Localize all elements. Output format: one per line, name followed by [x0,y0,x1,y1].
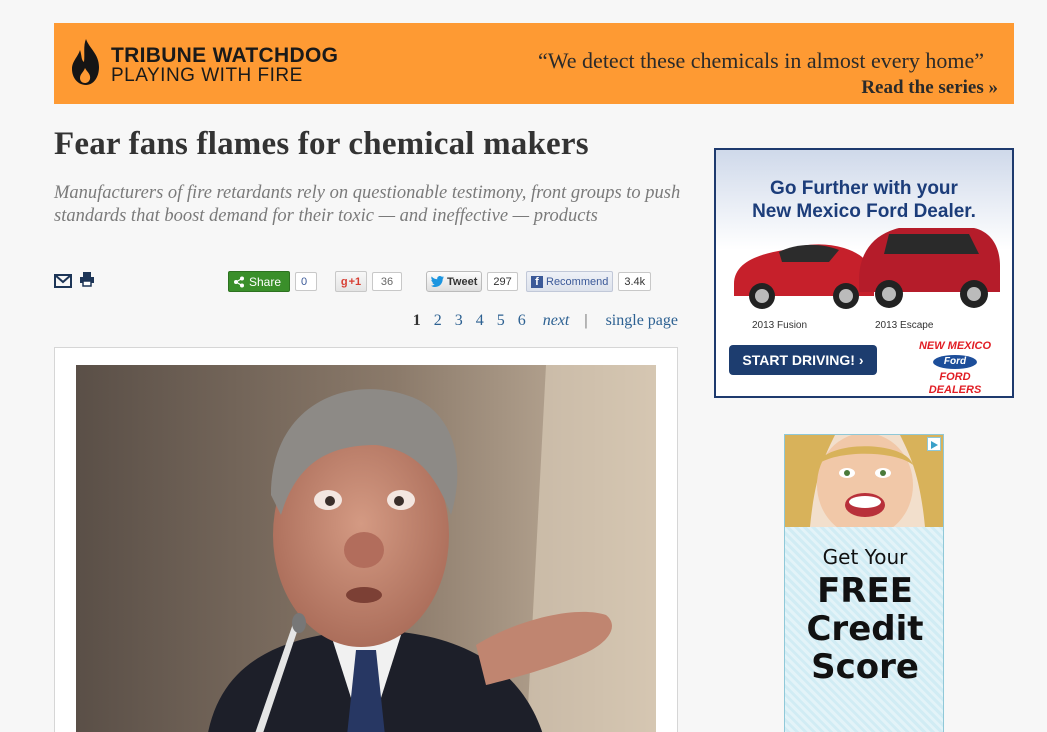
recommend-button[interactable]: f Recommend [526,271,614,292]
series-banner[interactable]: TRIBUNE WATCHDOG PLAYING WITH FIRE “We d… [54,23,1014,104]
ad-face-image [785,435,943,537]
twitter-bird-icon [431,276,444,287]
cars-image [734,228,1000,309]
envelope-icon[interactable] [54,273,72,289]
car-label-fusion: 2013 Fusion [752,320,808,331]
ad-credit-line3: Credit [806,609,924,649]
start-driving-label: START DRIVING! [742,352,855,368]
share-widget: Share 0 [228,271,318,292]
article-photo[interactable] [76,365,656,732]
ad-headline-line1: Go Further with your [770,178,958,199]
page-1-link[interactable]: 1 [413,312,421,329]
ford-oval-logo: Ford [933,355,977,369]
recommend-widget: f Recommend 3.4k [526,271,652,292]
single-page-link[interactable]: single page [606,312,678,329]
page-4-link[interactable]: 4 [476,312,484,329]
ad-credit-line1: Get Your [822,545,908,569]
flame-icon [72,39,99,85]
page-2-link[interactable]: 2 [434,312,442,329]
share-button[interactable]: Share [228,271,291,292]
chevron-right-icon: › [858,352,864,368]
article-dek: Manufacturers of fire retardants rely on… [54,183,681,226]
facebook-icon: f [531,275,543,288]
car-label-escape: 2013 Escape [875,320,934,331]
pager-separator: | [584,312,588,329]
series-quote: “We detect these chemicals in almost eve… [538,48,984,73]
start-driving-button[interactable]: START DRIVING! › [729,345,877,375]
tweet-widget: Tweet 297 [426,271,518,292]
tweet-label: Tweet [447,275,478,288]
read-series-link[interactable]: Read the series » [861,77,998,99]
tweet-count: 297 [487,272,518,291]
gplus-count: 36 [372,272,402,291]
credit-score-ad[interactable]: Get Your FREE Credit Score [784,434,944,732]
tweet-button[interactable]: Tweet [426,271,483,292]
article-headline: Fear fans flames for chemical makers [54,126,589,162]
ford-dealer-ad[interactable]: Go Further with your New Mexico Ford Dea… [714,148,1014,398]
next-page-link[interactable]: next [543,312,570,329]
share-count: 0 [295,272,318,291]
gplus-label: +1 [348,275,362,288]
gplus-widget: g +1 36 [335,271,402,292]
ad-credit-line4: Score [811,647,919,687]
page-6-link[interactable]: 6 [518,312,526,329]
share-label: Share [249,274,282,289]
gplus-icon: g [340,275,348,288]
recommend-count: 3.4k [618,272,652,291]
series-name: PLAYING WITH FIRE [111,65,303,86]
nm-ford-dealers-logo: NEW MEXICO Ford FORD DEALERS [918,340,992,396]
article-photo-frame [54,347,678,732]
page-5-link[interactable]: 5 [497,312,505,329]
recommend-label: Recommend [546,275,609,288]
page-3-link[interactable]: 3 [455,312,463,329]
pagination: 1 2 3 4 5 6 next | single page [404,312,678,330]
ad-credit-line2: FREE [817,571,913,611]
gplus-button[interactable]: g +1 [335,271,367,292]
share-icon [234,276,244,287]
adchoices-icon[interactable] [927,437,941,451]
printer-icon[interactable] [78,271,96,287]
ad-headline-line2: New Mexico Ford Dealer. [752,201,976,222]
